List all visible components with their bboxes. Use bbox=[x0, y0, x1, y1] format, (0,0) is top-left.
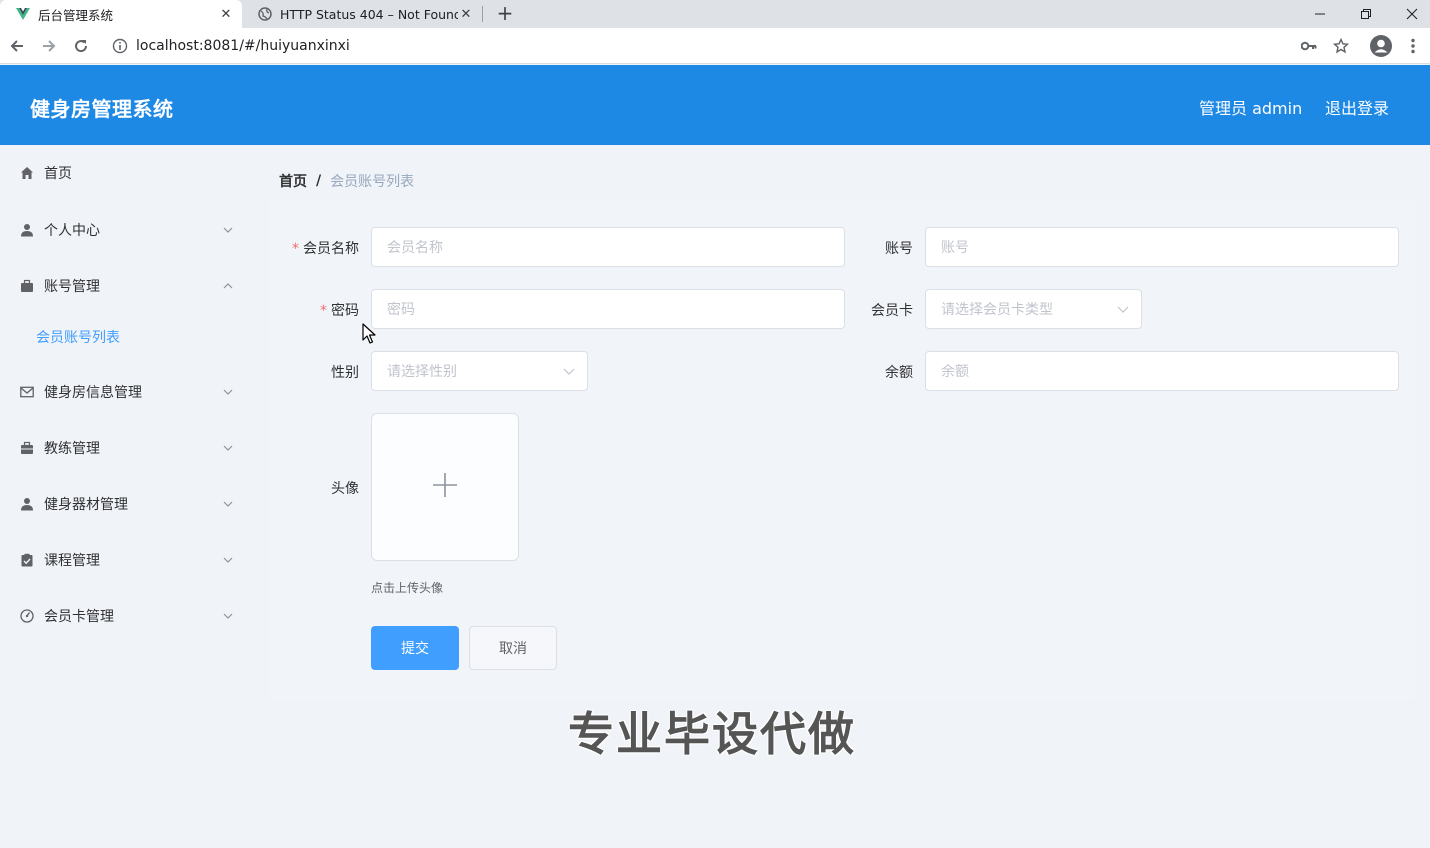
sidebar-item-home[interactable]: 首页 bbox=[0, 145, 256, 201]
plus-icon bbox=[432, 472, 458, 502]
balance-input[interactable]: 余额 bbox=[925, 351, 1399, 391]
gauge-icon bbox=[19, 608, 35, 624]
home-icon bbox=[19, 165, 35, 181]
gender-label: 性别 bbox=[331, 365, 359, 381]
sidebar-item-coaches[interactable]: 教练管理 bbox=[0, 420, 256, 476]
avatar-uploader[interactable] bbox=[371, 413, 519, 561]
chevron-down-icon bbox=[1117, 303, 1129, 315]
chevron-down-icon bbox=[222, 224, 234, 236]
menu-dots-icon[interactable] bbox=[1404, 37, 1422, 55]
sidebar-item-label: 账号管理 bbox=[44, 279, 100, 295]
vue-logo-icon bbox=[16, 7, 30, 21]
submit-button[interactable]: 提交 bbox=[371, 626, 459, 670]
chevron-up-icon bbox=[222, 280, 234, 292]
chevron-down-icon bbox=[222, 554, 234, 566]
app-header: 健身房管理系统 管理员 admin 退出登录 bbox=[0, 65, 1430, 145]
sidebar-item-label: 个人中心 bbox=[44, 223, 100, 239]
browser-toolbar: localhost:8081/#/huiyuanxinxi bbox=[0, 28, 1430, 64]
browser-tab-bar: 后台管理系统 ✕ HTTP Status 404 – Not Found ✕ + bbox=[0, 0, 1430, 28]
app-title: 健身房管理系统 bbox=[30, 97, 174, 121]
window-close-icon[interactable] bbox=[1389, 0, 1430, 28]
browser-tab[interactable]: HTTP Status 404 – Not Found ✕ bbox=[242, 0, 482, 28]
chevron-down-icon bbox=[222, 442, 234, 454]
sidebar: 首页 个人中心 账号管理 会员账号列表 健身房信息管理 教练管理 健身器材管理 … bbox=[0, 145, 256, 848]
sidebar-item-label: 教练管理 bbox=[44, 441, 100, 457]
close-icon[interactable]: ✕ bbox=[218, 6, 234, 22]
gender-placeholder: 请选择性别 bbox=[387, 364, 457, 380]
profile-avatar-icon[interactable] bbox=[1370, 35, 1392, 57]
chevron-down-icon bbox=[222, 498, 234, 510]
tab-divider bbox=[482, 6, 483, 22]
sidebar-item-label: 健身房信息管理 bbox=[44, 385, 142, 401]
account-label: 账号 bbox=[885, 241, 913, 257]
suitcase-icon bbox=[19, 440, 35, 456]
tab-title: 后台管理系统 bbox=[38, 7, 114, 23]
globe-icon bbox=[258, 7, 272, 21]
sidebar-item-label: 会员卡管理 bbox=[44, 609, 114, 625]
sidebar-item-equipment[interactable]: 健身器材管理 bbox=[0, 476, 256, 532]
minimize-icon[interactable] bbox=[1297, 0, 1343, 28]
reload-icon[interactable] bbox=[70, 35, 92, 57]
briefcase-icon bbox=[19, 278, 35, 294]
member-card-select[interactable]: 请选择会员卡类型 bbox=[925, 289, 1142, 329]
sidebar-item-accounts[interactable]: 账号管理 bbox=[0, 258, 256, 314]
restore-icon[interactable] bbox=[1343, 0, 1389, 28]
mail-icon bbox=[19, 384, 35, 400]
gender-select[interactable]: 请选择性别 bbox=[371, 351, 588, 391]
sidebar-item-gym-info[interactable]: 健身房信息管理 bbox=[0, 364, 256, 420]
admin-label: 管理员 admin bbox=[1199, 99, 1303, 118]
user-icon bbox=[19, 222, 35, 238]
member-name-label: * 会员名称 bbox=[292, 241, 359, 257]
info-icon[interactable] bbox=[112, 38, 128, 54]
balance-label: 余额 bbox=[885, 365, 913, 381]
cancel-button[interactable]: 取消 bbox=[469, 626, 557, 670]
sidebar-item-personal[interactable]: 个人中心 bbox=[0, 202, 256, 258]
chevron-down-icon bbox=[222, 610, 234, 622]
password-input[interactable]: 密码 bbox=[371, 289, 845, 329]
breadcrumb-home[interactable]: 首页 bbox=[279, 171, 307, 191]
sidebar-item-courses[interactable]: 课程管理 bbox=[0, 532, 256, 588]
sidebar-item-label: 健身器材管理 bbox=[44, 497, 128, 513]
breadcrumb: 首页 / 会员账号列表 bbox=[279, 171, 414, 191]
tab-title: HTTP Status 404 – Not Found bbox=[280, 6, 458, 22]
back-icon[interactable] bbox=[6, 35, 28, 57]
sidebar-item-label: 首页 bbox=[44, 166, 72, 182]
forward-icon[interactable] bbox=[38, 35, 60, 57]
breadcrumb-separator: / bbox=[316, 173, 322, 189]
sidebar-item-label: 课程管理 bbox=[44, 553, 100, 569]
chevron-down-icon bbox=[222, 386, 234, 398]
password-label: * 密码 bbox=[320, 303, 359, 319]
upload-tip: 点击上传头像 bbox=[371, 581, 444, 595]
avatar-label: 头像 bbox=[331, 481, 359, 497]
member-card-placeholder: 请选择会员卡类型 bbox=[941, 302, 1053, 318]
star-icon[interactable] bbox=[1332, 37, 1350, 55]
breadcrumb-current: 会员账号列表 bbox=[330, 174, 415, 190]
watermark-text: 专业毕设代做 bbox=[568, 707, 856, 761]
key-icon[interactable] bbox=[1300, 37, 1318, 55]
member-name-input[interactable]: 会员名称 bbox=[371, 227, 845, 267]
logout-link[interactable]: 退出登录 bbox=[1325, 95, 1389, 119]
new-tab-icon[interactable]: + bbox=[494, 2, 516, 24]
member-card-label: 会员卡 bbox=[871, 303, 913, 319]
address-bar[interactable]: localhost:8081/#/huiyuanxinxi bbox=[104, 32, 1364, 60]
sidebar-subitem-member-accounts[interactable]: 会员账号列表 bbox=[0, 312, 256, 362]
browser-tab-active[interactable]: 后台管理系统 ✕ bbox=[0, 0, 242, 28]
chevron-down-icon bbox=[563, 365, 575, 377]
mouse-cursor-icon bbox=[362, 323, 376, 344]
close-icon[interactable]: ✕ bbox=[458, 6, 474, 22]
url-text: localhost:8081/#/huiyuanxinxi bbox=[136, 38, 350, 54]
clipboard-icon bbox=[19, 552, 35, 568]
account-input[interactable]: 账号 bbox=[925, 227, 1399, 267]
user-icon bbox=[19, 496, 35, 512]
sidebar-item-member-cards[interactable]: 会员卡管理 bbox=[0, 588, 256, 644]
